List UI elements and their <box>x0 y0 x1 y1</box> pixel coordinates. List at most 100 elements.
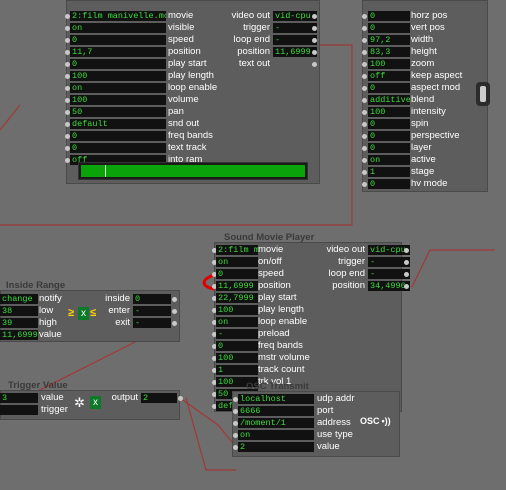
input-port[interactable] <box>362 122 367 127</box>
input-label: loop enable <box>168 82 218 93</box>
input-port[interactable] <box>362 110 367 115</box>
output-port[interactable] <box>312 14 317 19</box>
input-label: volume <box>168 94 199 105</box>
output-value-field: - <box>273 35 317 45</box>
input-value-field[interactable]: default <box>70 119 166 129</box>
input-label: width <box>411 34 434 45</box>
input-value-field[interactable]: 11,7 <box>70 47 166 57</box>
input-value-field[interactable]: 0 <box>368 83 410 93</box>
input-value-field[interactable]: 0 <box>216 341 258 351</box>
input-value-field[interactable]: off <box>368 71 410 81</box>
input-value-field[interactable]: 100 <box>216 353 258 363</box>
input-port[interactable] <box>362 62 367 67</box>
output-port[interactable] <box>312 50 317 55</box>
input-value-field[interactable]: 0 <box>368 119 410 129</box>
input-value-field[interactable]: 100 <box>70 71 166 81</box>
output-port[interactable] <box>172 297 177 302</box>
output-port[interactable] <box>312 62 317 67</box>
input-label: horz pos <box>411 10 448 21</box>
input-value-field[interactable]: 50 <box>70 107 166 117</box>
output-port[interactable] <box>404 260 409 265</box>
input-port[interactable] <box>362 134 367 139</box>
input-value-field[interactable]: 0 <box>368 131 410 141</box>
input-value-field[interactable]: 0 <box>70 143 166 153</box>
input-value-field[interactable]: on <box>368 155 410 165</box>
input-port[interactable] <box>362 158 367 163</box>
input-value-field[interactable]: 83,3 <box>368 47 410 57</box>
input-value-field[interactable] <box>0 405 38 415</box>
input-label: freq bands <box>168 130 213 141</box>
input-value-field[interactable]: 100 <box>368 59 410 69</box>
input-port[interactable] <box>362 14 367 19</box>
input-port[interactable] <box>362 38 367 43</box>
input-value-field[interactable]: 11,6999 <box>216 281 258 291</box>
output-label: video out <box>231 10 270 21</box>
input-value-field[interactable]: localhost <box>238 394 314 404</box>
input-label: track count <box>258 364 305 375</box>
input-label: aspect mod <box>411 82 461 93</box>
input-port[interactable] <box>362 50 367 55</box>
input-label: intensity <box>411 106 446 117</box>
input-value-field[interactable]: 97,2 <box>368 35 410 45</box>
input-value-field[interactable]: on <box>70 83 166 93</box>
input-value-field[interactable]: 6666 <box>238 406 314 416</box>
input-port[interactable] <box>362 26 367 31</box>
input-port[interactable] <box>362 74 367 79</box>
input-value-field[interactable]: 0 <box>70 35 166 45</box>
input-value-field[interactable]: - <box>216 329 258 339</box>
input-value-field[interactable]: 38 <box>0 306 38 316</box>
output-port[interactable] <box>404 272 409 277</box>
input-port[interactable] <box>362 182 367 187</box>
input-value-field[interactable]: 100 <box>70 95 166 105</box>
input-value-field[interactable]: 2:film m <box>216 245 258 255</box>
output-port[interactable] <box>312 38 317 43</box>
input-port[interactable] <box>362 146 367 151</box>
input-label: keep aspect <box>411 70 463 81</box>
input-value-field[interactable]: 0 <box>368 23 410 33</box>
output-port[interactable] <box>172 309 177 314</box>
input-value-field[interactable]: 1 <box>216 365 258 375</box>
output-port[interactable] <box>312 26 317 31</box>
input-label: port <box>317 405 334 416</box>
input-port[interactable] <box>362 86 367 91</box>
output-port[interactable] <box>178 396 183 401</box>
input-label: pan <box>168 106 184 117</box>
input-value-field[interactable]: 11,6999 <box>0 330 38 340</box>
input-value-field[interactable]: 0 <box>70 59 166 69</box>
input-label: low <box>39 305 54 316</box>
input-value-field[interactable]: 100 <box>368 107 410 117</box>
input-value-field[interactable]: 0 <box>368 11 410 21</box>
input-value-field[interactable]: 1 <box>368 167 410 177</box>
output-port[interactable] <box>404 284 409 289</box>
input-value-field[interactable]: 0 <box>368 179 410 189</box>
input-label: active <box>411 154 436 165</box>
output-port[interactable] <box>404 248 409 253</box>
input-value-field[interactable]: 0 <box>70 131 166 141</box>
input-value-field[interactable]: 100 <box>216 305 258 315</box>
input-value-field[interactable]: on <box>216 257 258 267</box>
input-value-field[interactable]: additive <box>368 95 410 105</box>
input-value-field[interactable]: on <box>238 430 314 440</box>
input-value-field[interactable]: 22,7999 <box>216 293 258 303</box>
input-value-field[interactable]: on <box>70 23 166 33</box>
input-value-field[interactable]: 2:film manivelle.mov <box>70 11 166 21</box>
input-label: play start <box>258 292 297 303</box>
input-value-field[interactable]: 2 <box>238 442 314 452</box>
input-label: zoom <box>411 58 435 69</box>
input-value-field[interactable]: on <box>216 317 258 327</box>
input-label: text track <box>168 142 207 153</box>
input-port[interactable] <box>362 170 367 175</box>
input-label: udp addr <box>317 393 355 404</box>
input-port[interactable] <box>362 98 367 103</box>
input-value-field[interactable]: 0 <box>216 269 258 279</box>
input-value-field[interactable]: 3 <box>0 393 38 403</box>
movie-player-preview-bar <box>78 162 308 180</box>
projector-tab-icon[interactable] <box>476 82 490 106</box>
input-label: movie <box>168 10 194 21</box>
input-value-field[interactable]: change <box>0 294 38 304</box>
input-value-field[interactable]: 0 <box>368 143 410 153</box>
output-port[interactable] <box>172 321 177 326</box>
input-value-field[interactable]: 39 <box>0 318 38 328</box>
input-label: value <box>317 441 340 452</box>
input-value-field[interactable]: /moment/1 <box>238 418 314 428</box>
